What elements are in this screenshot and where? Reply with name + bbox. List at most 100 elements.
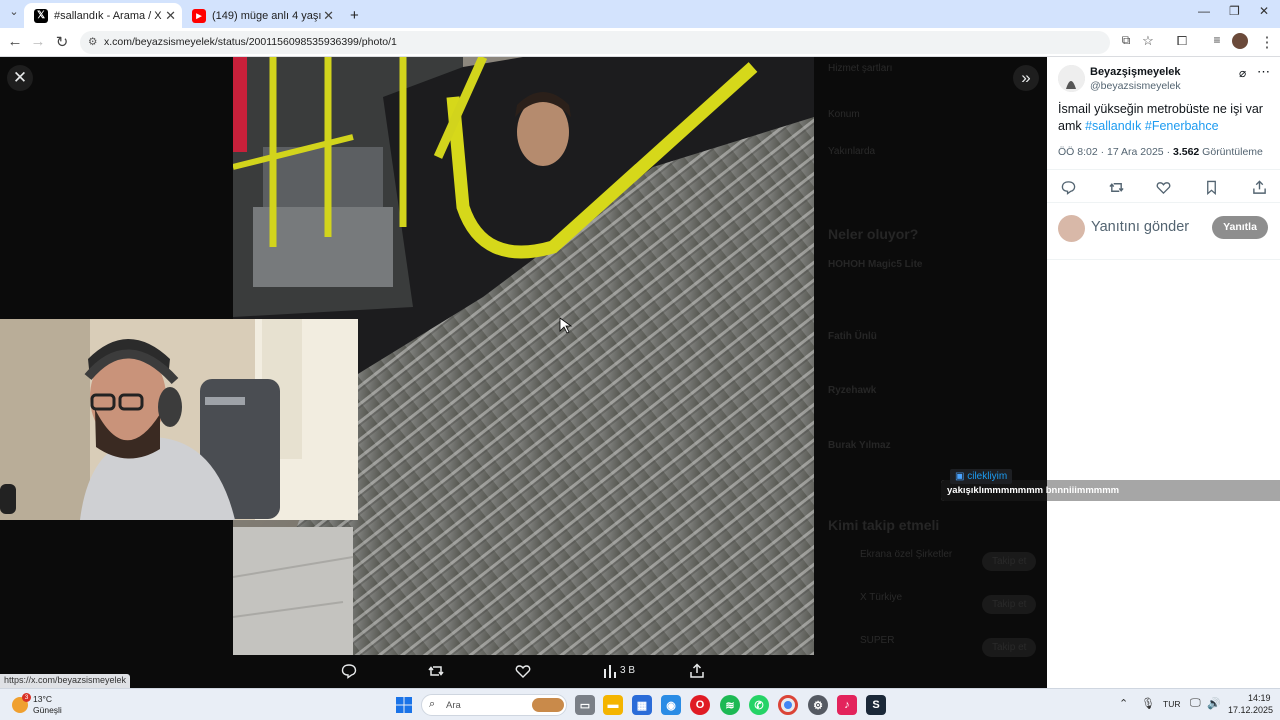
views-label: Görüntüleme <box>1199 146 1263 158</box>
chrome-icon[interactable] <box>778 695 798 715</box>
ghost-follow-title: Kimi takip etmeli <box>828 517 940 533</box>
ghost-follow-button: Takip et <box>982 638 1037 657</box>
search-icon: ⌕ <box>429 698 436 710</box>
tab-youtube[interactable]: ▶ (149) müge anlı 4 yaşında - You ✕ <box>182 3 340 28</box>
chat-message-text: yakışıklımmmmmmm bnnniiimmmmm <box>947 485 1120 496</box>
ghost-follow-button: Takip et <box>982 552 1037 571</box>
clock-date[interactable]: 17.12.2025 <box>1228 705 1273 715</box>
reply-icon[interactable] <box>339 661 359 681</box>
restore-icon[interactable]: ❐ <box>1229 4 1240 18</box>
reply-icon[interactable] <box>1061 180 1076 195</box>
url-text: x.com/beyazsismeyelek/status/20011560985… <box>104 36 397 48</box>
tab-title: #sallandık - Arama / X <box>54 9 162 22</box>
back-icon[interactable]: ← <box>5 33 25 50</box>
whatsapp-icon[interactable]: ✆ <box>749 695 769 715</box>
tray-chevron-icon[interactable]: ⌃ <box>1119 697 1128 710</box>
windows-start-icon[interactable] <box>394 695 414 715</box>
views-count: 3 B <box>620 665 636 676</box>
views-icon[interactable] <box>603 661 617 681</box>
spotify-icon[interactable]: ≋ <box>720 695 740 715</box>
reply-button[interactable]: Yanıtla <box>1212 216 1268 239</box>
profile-avatar[interactable] <box>1232 33 1248 49</box>
clock-time[interactable]: 14:19 <box>1248 693 1271 703</box>
ghost-text: Yakınlarda <box>828 146 876 157</box>
tab-search-icon[interactable]: ⌄ <box>4 5 24 18</box>
tweet-side-panel: Beyazşişmeyelek @beyazsismeyelek ⌀ ⋯ İsm… <box>1047 57 1280 688</box>
author-avatar[interactable] <box>1058 65 1085 92</box>
microphone-icon[interactable]: 🎙 <box>1141 697 1155 710</box>
opera-icon[interactable]: O <box>690 695 710 715</box>
file-explorer-icon[interactable]: ▬ <box>603 695 623 715</box>
ghost-trend: Burak Yılmaz <box>828 440 891 451</box>
like-icon[interactable] <box>1156 180 1171 195</box>
retweet-icon[interactable] <box>426 661 446 681</box>
ghost-text: Konum <box>828 109 860 120</box>
weather-temp: 13°C <box>33 694 52 704</box>
network-icon[interactable]: 🖵 <box>1190 697 1201 710</box>
media-controls-icon[interactable]: ≡ <box>1207 33 1227 47</box>
ghost-follow-button: Takip et <box>982 595 1037 614</box>
steam-icon[interactable]: S <box>866 695 886 715</box>
hashtag-link[interactable]: #sallandık <box>1085 119 1141 133</box>
close-tab-icon[interactable]: ✕ <box>323 8 334 24</box>
ghost-who: SUPER <box>860 635 895 646</box>
more-options-icon[interactable]: ⋯ <box>1257 64 1270 80</box>
reload-icon[interactable]: ↻ <box>52 33 72 51</box>
minimize-icon[interactable]: — <box>1198 4 1210 18</box>
hashtag-link[interactable]: #Fenerbahce <box>1145 119 1219 133</box>
close-window-icon[interactable]: ✕ <box>1259 4 1269 18</box>
reply-composer: Yanıtını gönder Yanıtla <box>1047 204 1280 260</box>
tweet-text: İsmail yükseğin metrobüste ne işi var am… <box>1058 101 1268 135</box>
weather-widget[interactable]: 3 13°C Güneşli <box>12 693 82 717</box>
close-tab-icon[interactable]: ✕ <box>165 8 176 24</box>
ghost-who: X Türkiye <box>860 592 903 603</box>
browser-menu-icon[interactable]: ⋮ <box>1257 33 1277 51</box>
views-count: 3.562 <box>1172 146 1200 158</box>
chat-badge-icon: ▣ <box>955 471 965 482</box>
settings-app-icon[interactable]: ⚙ <box>808 695 828 715</box>
retweet-icon[interactable] <box>1109 180 1124 195</box>
share-icon[interactable] <box>1252 180 1267 195</box>
bookmark-icon[interactable] <box>1204 180 1219 195</box>
like-icon[interactable] <box>513 661 533 681</box>
search-placeholder: Ara <box>446 700 461 711</box>
share-icon[interactable] <box>687 661 707 681</box>
photos-icon[interactable]: ◉ <box>661 695 681 715</box>
tweet-timestamp[interactable]: ÖÖ 8:02 · 17 Ara 2025 · <box>1058 146 1173 158</box>
tweet-actions <box>1047 169 1280 203</box>
language-indicator[interactable]: TUR <box>1163 699 1180 709</box>
weather-desc: Güneşli <box>33 705 62 715</box>
expand-sidebar-icon[interactable]: » <box>1013 65 1039 91</box>
tab-title: (149) müge anlı 4 yaşında - You <box>212 9 322 22</box>
streamer-webcam-image <box>0 319 358 520</box>
extensions-icon[interactable]: ⧠ <box>1172 33 1192 49</box>
taskbar-search[interactable]: ⌕ Ara <box>421 694 567 716</box>
url-field[interactable]: ⚙ x.com/beyazsismeyelek/status/200115609… <box>80 31 1110 54</box>
windows-taskbar: 3 13°C Güneşli ⌕ Ara ▭ ▬ ▦ ◉ O ≋ ✆ ⚙ ♪ S… <box>0 688 1280 720</box>
forward-icon[interactable]: → <box>28 33 48 50</box>
tiktok-icon[interactable]: ♪ <box>837 695 857 715</box>
ghost-trending-title: Neler oluyor? <box>828 226 919 242</box>
install-app-icon[interactable]: ⧉ <box>1116 33 1136 48</box>
volume-icon[interactable]: 🔊 <box>1207 697 1221 710</box>
site-info-icon[interactable]: ⚙ <box>88 31 97 54</box>
status-bar-link: https://x.com/beyazsismeyelek <box>0 674 131 688</box>
ghost-who: Ekrana özel Şirketler <box>860 549 953 560</box>
author-handle[interactable]: @beyazsismeyelek <box>1090 80 1181 92</box>
close-viewer-icon[interactable]: ✕ <box>7 65 33 91</box>
new-tab-button[interactable]: + <box>340 3 366 28</box>
ghost-text: Hizmet şartları <box>828 63 893 74</box>
bookmark-star-icon[interactable]: ☆ <box>1138 33 1158 49</box>
grok-icon[interactable]: ⌀ <box>1239 66 1246 80</box>
tab-sallandik[interactable]: 𝕏 #sallandık - Arama / X ✕ <box>24 3 182 28</box>
photo-viewer: Hizmet şartları Konum Yakınlarda Neler o… <box>0 57 1047 688</box>
webcam-overlay <box>0 319 358 520</box>
ghost-trend: Ryzehawk <box>828 385 877 396</box>
reply-input[interactable]: Yanıtını gönder <box>1091 219 1189 235</box>
task-view-icon[interactable]: ▭ <box>575 695 595 715</box>
search-highlight-icon <box>532 698 564 712</box>
author-display-name[interactable]: Beyazşişmeyelek <box>1090 66 1181 78</box>
tweet-meta: ÖÖ 8:02 · 17 Ara 2025 · 3.562 Görüntülem… <box>1058 146 1263 158</box>
store-icon[interactable]: ▦ <box>632 695 652 715</box>
weather-badge: 3 <box>22 693 31 702</box>
